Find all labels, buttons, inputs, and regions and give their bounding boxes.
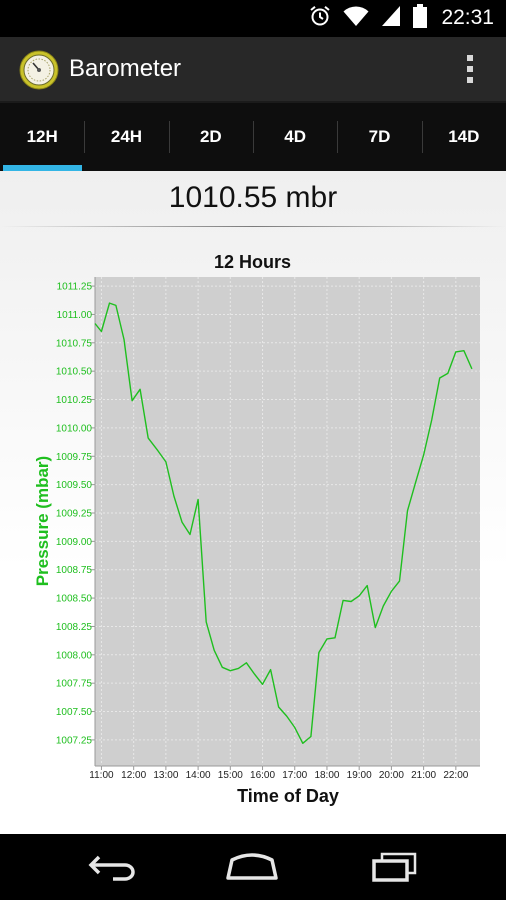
tab-2d[interactable]: 2D [168, 103, 253, 171]
x-tick-label: 16:00 [250, 770, 275, 781]
tab-bar: 12H 24H 2D 4D 7D 14D [0, 103, 506, 171]
pressure-chart: 1007.25 1007.50 1007.75 1008.00 1008.25 1008.… [33, 252, 480, 806]
y-tick-label: 1011.25 [57, 282, 93, 293]
x-tick-label: 17:00 [282, 770, 307, 781]
navigation-bar [0, 834, 506, 900]
tab-7d[interactable]: 7D [337, 103, 421, 171]
alarm-icon [309, 5, 331, 32]
x-tick-label: 15:00 [218, 770, 243, 781]
status-bar: 22:31 [0, 0, 506, 37]
tab-24h[interactable]: 24H [84, 103, 168, 171]
signal-icon [381, 5, 401, 32]
x-tick-label: 14:00 [186, 770, 211, 781]
x-tick-label: 18:00 [314, 770, 339, 781]
wifi-icon [343, 5, 369, 32]
overflow-menu-icon[interactable] [460, 51, 480, 87]
x-tick-label: 20:00 [379, 770, 404, 781]
content-area: 1010.55 mbr 1007.25 1007.50 1007.75 1008.00… [0, 171, 506, 834]
status-clock: 22:31 [441, 6, 494, 29]
y-tick-label: 1007.25 [56, 735, 93, 746]
y-tick-label: 1007.75 [56, 679, 93, 690]
app-title: Barometer [69, 55, 182, 82]
y-tick-label: 1009.75 [56, 452, 93, 463]
y-tick-label: 1009.25 [56, 508, 93, 519]
tab-12h[interactable]: 12H [0, 103, 84, 171]
y-axis-label: Pressure (mbar) [33, 456, 52, 586]
y-tick-label: 1009.50 [56, 480, 93, 491]
tab-14d[interactable]: 14D [421, 103, 506, 171]
y-tick-label: 1008.75 [56, 565, 93, 576]
y-tick-label: 1010.25 [56, 395, 93, 406]
x-tick-label: 22:00 [443, 770, 468, 781]
action-bar: Barometer [0, 37, 506, 103]
y-tick-label: 1010.00 [56, 423, 93, 434]
y-tick-label: 1011.00 [57, 310, 93, 321]
y-tick-label: 1010.50 [56, 367, 93, 378]
y-tick-label: 1009.00 [56, 537, 93, 548]
chart-title: 12 Hours [214, 252, 291, 272]
y-tick-label: 1008.25 [56, 622, 93, 633]
battery-icon [413, 3, 428, 33]
home-icon[interactable] [222, 848, 282, 886]
x-axis-label: Time of Day [237, 786, 339, 806]
x-tick-label: 19:00 [347, 770, 372, 781]
tab-4d[interactable]: 4D [252, 103, 337, 171]
y-tick-label: 1008.00 [56, 650, 93, 661]
back-icon[interactable] [82, 848, 142, 886]
y-tick-label: 1008.50 [56, 594, 93, 605]
plot-area [95, 277, 480, 766]
barometer-icon[interactable] [19, 50, 59, 90]
y-tick-label: 1010.75 [56, 338, 93, 349]
x-tick-label: 11:00 [89, 770, 114, 781]
recent-apps-icon[interactable] [364, 848, 424, 886]
y-tick-label: 1007.50 [56, 707, 93, 718]
x-tick-label: 21:00 [411, 770, 436, 781]
x-tick-label: 12:00 [121, 770, 146, 781]
x-tick-label: 13:00 [153, 770, 178, 781]
